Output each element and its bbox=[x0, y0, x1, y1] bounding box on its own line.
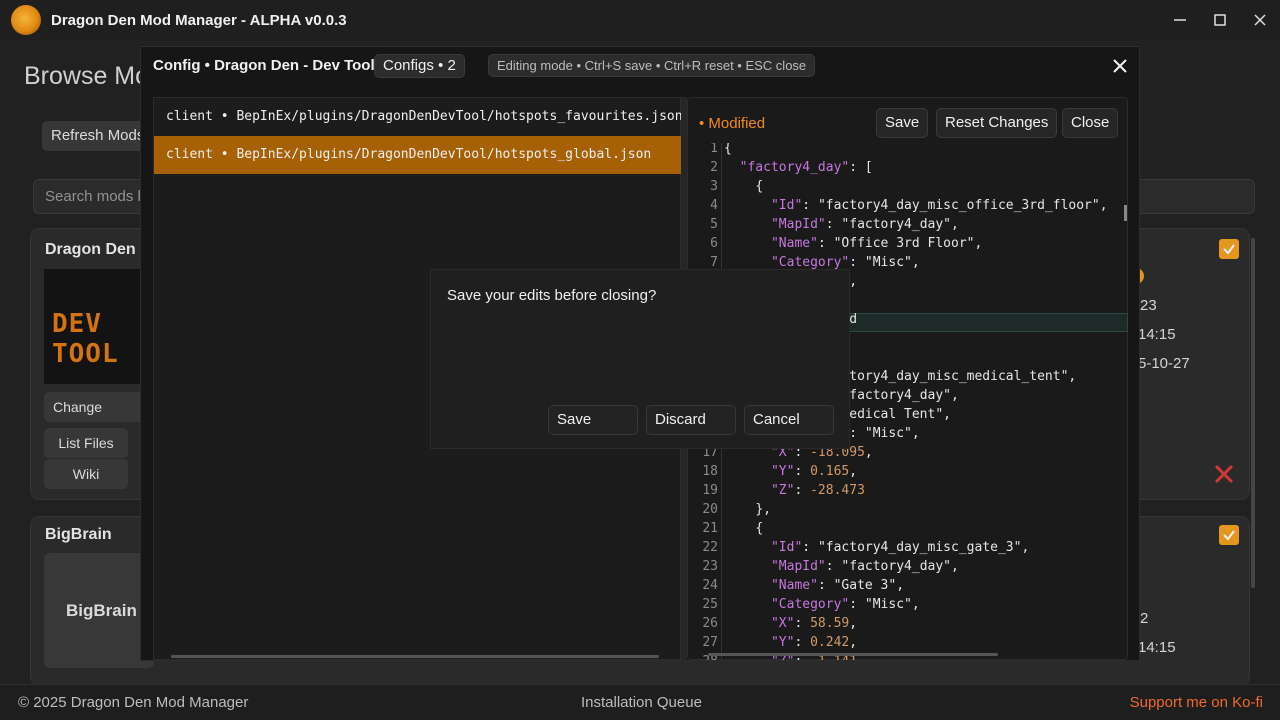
dialog-message: Save your edits before closing? bbox=[447, 287, 657, 304]
installation-queue-link[interactable]: Installation Queue bbox=[581, 694, 702, 711]
dialog-cancel-button[interactable]: Cancel bbox=[744, 405, 834, 435]
close-icon bbox=[1254, 14, 1266, 26]
close-button[interactable]: Close bbox=[1062, 108, 1119, 138]
minimize-icon bbox=[1174, 19, 1186, 21]
dialog-discard-button[interactable]: Discard bbox=[646, 405, 736, 435]
config-title: Config • Dragon Den - Dev Tool bbox=[153, 57, 375, 74]
maximize-icon bbox=[1214, 14, 1226, 26]
config-file-item-selected[interactable]: client • BepInEx/plugins/DragonDenDevToo… bbox=[154, 136, 682, 174]
copyright-text: © 2025 Dragon Den Mod Manager bbox=[18, 694, 249, 711]
shortcut-hint: Editing mode • Ctrl+S save • Ctrl+R rese… bbox=[488, 54, 816, 77]
confirm-dialog: Save your edits before closing? Save Dis… bbox=[430, 269, 850, 449]
window-controls bbox=[1160, 0, 1280, 40]
close-window-button[interactable] bbox=[1240, 0, 1280, 40]
dialog-save-button[interactable]: Save bbox=[548, 405, 638, 435]
minimize-button[interactable] bbox=[1160, 0, 1200, 40]
kofi-link[interactable]: Support me on Ko-fi bbox=[1130, 694, 1263, 711]
editor-hscrollbar[interactable] bbox=[708, 653, 998, 656]
footer: © 2025 Dragon Den Mod Manager Installati… bbox=[0, 684, 1280, 720]
modified-status: • Modified bbox=[699, 115, 766, 132]
file-list-scrollbar[interactable] bbox=[171, 655, 659, 658]
maximize-button[interactable] bbox=[1200, 0, 1240, 40]
config-file-item[interactable]: client • BepInEx/plugins/DragonDenDevToo… bbox=[154, 98, 682, 136]
reset-changes-button[interactable]: Reset Changes bbox=[936, 108, 1058, 138]
close-icon[interactable] bbox=[1110, 56, 1130, 76]
save-button[interactable]: Save bbox=[876, 108, 929, 138]
title-bar: Dragon Den Mod Manager - ALPHA v0.0.3 bbox=[0, 0, 1280, 40]
editor-scrollbar[interactable] bbox=[1124, 205, 1127, 221]
config-header: Config • Dragon Den - Dev Tool Configs •… bbox=[141, 47, 1141, 85]
dragon-logo-icon bbox=[11, 5, 41, 35]
app-title: Dragon Den Mod Manager - ALPHA v0.0.3 bbox=[51, 11, 347, 29]
configs-count-badge: Configs • 2 bbox=[374, 54, 465, 78]
